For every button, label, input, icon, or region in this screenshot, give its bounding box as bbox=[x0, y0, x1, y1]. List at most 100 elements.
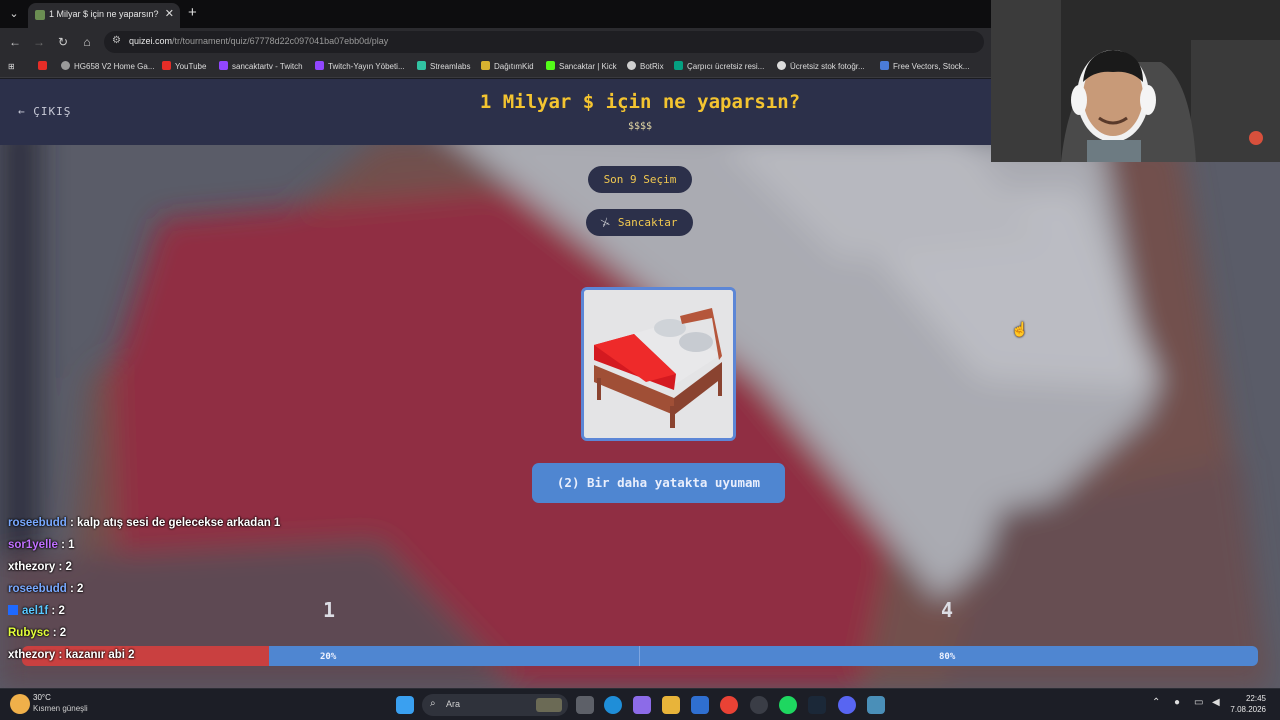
bookmark-twitch[interactable]: sancaktartv - Twitch bbox=[219, 60, 303, 74]
network-icon[interactable]: ▭ bbox=[1194, 697, 1203, 708]
chat-separator: : bbox=[66, 517, 78, 529]
chat-username[interactable]: sor1yelle bbox=[8, 539, 58, 551]
chat-separator: : bbox=[55, 561, 66, 573]
start-icon[interactable] bbox=[396, 696, 414, 714]
bookmark-router[interactable]: HG658 V2 Home Ga... bbox=[61, 60, 154, 74]
obs-icon[interactable] bbox=[750, 696, 768, 714]
chat-username[interactable]: Rubysc bbox=[8, 627, 50, 639]
bar-center-divider bbox=[639, 646, 640, 666]
search-icon: ⌕ bbox=[430, 698, 436, 709]
app-icon[interactable] bbox=[867, 696, 885, 714]
quiz-subtitle: $$$$ bbox=[627, 121, 653, 132]
left-percent-label: 20% bbox=[320, 652, 337, 662]
exit-label: ÇIKIŞ bbox=[33, 105, 72, 118]
steam-icon[interactable] bbox=[808, 696, 826, 714]
chat-separator: : bbox=[57, 539, 69, 551]
chat-message: xthezory : 2 bbox=[8, 561, 72, 573]
bookmark-youtube-red[interactable] bbox=[38, 60, 51, 74]
new-tab-icon[interactable]: + bbox=[188, 4, 197, 21]
chat-message: roseebudd : 2 bbox=[8, 583, 83, 595]
bookmark-twitch-schedule[interactable]: Twitch-Yayın Yöbeti... bbox=[315, 60, 405, 74]
weather-temp: 30°C bbox=[33, 693, 51, 702]
choice-image-card[interactable] bbox=[581, 287, 736, 441]
tab-title: 1 Milyar $ için ne yaparsın? - Te bbox=[49, 9, 159, 19]
quiz-title: 1 Milyar $ için ne yaparsın? bbox=[479, 91, 801, 113]
chat-separator: : bbox=[48, 605, 59, 617]
clock-date: 7.08.2026 bbox=[1230, 705, 1266, 714]
bookmark-youtube[interactable]: YouTube bbox=[162, 60, 206, 74]
windows-taskbar: 30°C Kısmen güneşli ⌕ Ara ⌃ ● ▭ ◀ 22:45 … bbox=[0, 688, 1280, 720]
chat-text: 2 bbox=[65, 561, 72, 573]
chat-text: kazanır abi 2 bbox=[65, 649, 135, 661]
user-badge: ⚔ Sancaktar bbox=[586, 209, 693, 236]
tab-close-icon[interactable]: ✕ bbox=[165, 7, 174, 20]
right-percent-label: 80% bbox=[939, 652, 956, 662]
file-explorer-icon[interactable] bbox=[662, 696, 680, 714]
chat-username[interactable]: roseebudd bbox=[8, 583, 67, 595]
exit-button[interactable]: ← ÇIKIŞ bbox=[18, 105, 71, 118]
weather-desc: Kısmen güneşli bbox=[33, 704, 88, 713]
chat-text: kalp atış sesi de gelecekse arkadan 1 bbox=[77, 517, 281, 529]
chat-text: 2 bbox=[77, 583, 84, 595]
right-vote-count: 4 bbox=[941, 598, 954, 622]
arrow-left-icon: ← bbox=[18, 105, 26, 118]
chat-username[interactable]: ael1f bbox=[22, 605, 48, 617]
apps-grid-icon[interactable]: ⊞ bbox=[8, 60, 15, 74]
left-vote-count: 1 bbox=[323, 598, 336, 622]
tray-chevron-icon[interactable]: ⌃ bbox=[1152, 697, 1160, 708]
reload-icon[interactable]: ↻ bbox=[54, 33, 72, 51]
chat-separator: : bbox=[55, 649, 66, 661]
quiz-page: ← ÇIKIŞ 1 Milyar $ için ne yaparsın? $$$… bbox=[0, 79, 1280, 688]
tab-search-menu-icon[interactable]: ⌄ bbox=[6, 6, 22, 22]
microphone-icon[interactable]: ● bbox=[1174, 697, 1180, 708]
streamer-webcam bbox=[991, 0, 1280, 162]
chat-message: xthezory : kazanır abi 2 bbox=[8, 649, 135, 661]
bookmark-kick[interactable]: Sancaktar | Kick bbox=[546, 60, 617, 74]
chat-text: 1 bbox=[68, 539, 75, 551]
bookmark-dagitimkid[interactable]: DağıtımKid bbox=[481, 60, 534, 74]
url-text: quizei.com/tr/tournament/quiz/67778d22c0… bbox=[129, 36, 389, 46]
vote-bar-right bbox=[269, 646, 1258, 666]
webcam-overlay bbox=[991, 0, 1280, 162]
outlook-icon[interactable] bbox=[691, 696, 709, 714]
chat-username[interactable]: xthezory bbox=[8, 649, 55, 661]
edge-icon[interactable] bbox=[604, 696, 622, 714]
address-bar[interactable]: ⚙ quizei.com/tr/tournament/quiz/67778d22… bbox=[104, 31, 984, 53]
search-label: Ara bbox=[446, 699, 461, 709]
bookmark-pexels[interactable]: Çarpıcı ücretsiz resi... bbox=[674, 60, 764, 74]
choice-button[interactable]: (2) Bir daha yatakta uyumam bbox=[532, 463, 785, 503]
search-highlight-icon bbox=[536, 698, 562, 712]
chat-message: roseebudd : kalp atış sesi de gelecekse … bbox=[8, 517, 280, 529]
bed-image bbox=[584, 290, 733, 438]
chat-username[interactable]: xthezory bbox=[8, 561, 55, 573]
bookmark-freepik[interactable]: Free Vectors, Stock... bbox=[880, 60, 969, 74]
bookmark-streamlabs[interactable]: Streamlabs bbox=[417, 60, 470, 74]
copilot-icon[interactable] bbox=[633, 696, 651, 714]
spotify-icon[interactable] bbox=[779, 696, 797, 714]
chat-message: ael1f : 2 bbox=[8, 605, 65, 617]
chat-text: 2 bbox=[59, 627, 67, 639]
weather-icon[interactable] bbox=[10, 694, 30, 714]
chat-separator: : bbox=[66, 583, 78, 595]
taskbar-search[interactable]: ⌕ Ara bbox=[422, 694, 568, 716]
site-info-icon[interactable]: ⚙ bbox=[112, 35, 121, 46]
back-icon[interactable]: ← bbox=[6, 33, 24, 51]
browser-tab[interactable]: 1 Milyar $ için ne yaparsın? - Te ✕ bbox=[28, 3, 180, 28]
chat-message: sor1yelle : 1 bbox=[8, 539, 75, 551]
forward-icon[interactable]: → bbox=[30, 33, 48, 51]
task-view-icon[interactable] bbox=[576, 696, 594, 714]
tab-favicon-icon bbox=[35, 10, 45, 20]
volume-icon[interactable]: ◀ bbox=[1212, 697, 1220, 708]
taskbar-clock[interactable]: 22:45 7.08.2026 bbox=[1230, 693, 1266, 715]
user-logo-icon: ⚔ bbox=[598, 213, 613, 231]
bookmark-stock-photos[interactable]: Ücretsiz stok fotoğr... bbox=[777, 60, 865, 74]
discord-icon[interactable] bbox=[838, 696, 856, 714]
user-name: Sancaktar bbox=[617, 216, 678, 229]
home-icon[interactable]: ⌂ bbox=[78, 33, 96, 51]
bookmark-botrix[interactable]: BotRix bbox=[627, 60, 664, 74]
chrome-icon[interactable] bbox=[720, 696, 738, 714]
chat-username[interactable]: roseebudd bbox=[8, 517, 67, 529]
chat-separator: : bbox=[49, 627, 60, 639]
last-choices-badge: Son 9 Seçim bbox=[588, 166, 692, 193]
chat-text: 2 bbox=[58, 605, 65, 617]
